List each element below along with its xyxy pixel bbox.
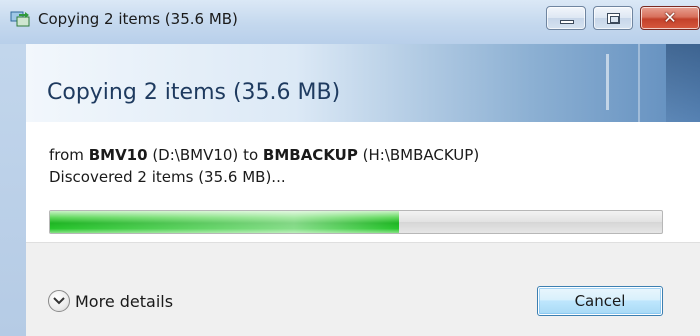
header-decoration bbox=[666, 44, 700, 122]
from-word: from bbox=[49, 146, 84, 164]
close-icon: ✕ bbox=[663, 8, 677, 27]
close-button[interactable]: ✕ bbox=[640, 6, 700, 30]
copy-dialog-window: Copying 2 items (35.6 MB) ✕ Copying 2 it… bbox=[0, 0, 700, 336]
more-details-label[interactable]: More details bbox=[75, 292, 173, 311]
maximize-icon bbox=[607, 13, 620, 24]
copy-status-text: Discovered 2 items (35.6 MB)... bbox=[49, 168, 286, 186]
to-word: to bbox=[243, 146, 259, 164]
source-path: (D:\BMV10) bbox=[152, 146, 239, 164]
destination-path: (H:\BMBACKUP) bbox=[362, 146, 480, 164]
progress-bar bbox=[49, 210, 663, 234]
progress-bar-fill bbox=[50, 211, 399, 233]
file-copy-icon bbox=[10, 10, 32, 28]
cancel-button[interactable]: Cancel bbox=[537, 286, 663, 316]
header-decoration bbox=[606, 54, 609, 110]
title-bar[interactable]: Copying 2 items (35.6 MB) ✕ bbox=[0, 0, 700, 44]
window-frame-left bbox=[0, 44, 26, 336]
header-decoration bbox=[638, 44, 640, 122]
window-title: Copying 2 items (35.6 MB) bbox=[38, 10, 238, 28]
copy-source-destination: from BMV10 (D:\BMV10) to BMBACKUP (H:\BM… bbox=[49, 146, 479, 164]
minimize-button[interactable] bbox=[546, 6, 586, 30]
source-name[interactable]: BMV10 bbox=[89, 146, 148, 164]
more-details-toggle[interactable]: More details bbox=[48, 288, 173, 314]
destination-name[interactable]: BMBACKUP bbox=[263, 146, 358, 164]
chevron-down-circle-icon[interactable] bbox=[48, 290, 70, 312]
minimize-icon bbox=[560, 20, 574, 24]
header-title: Copying 2 items (35.6 MB) bbox=[47, 80, 341, 105]
maximize-button[interactable] bbox=[593, 6, 633, 30]
